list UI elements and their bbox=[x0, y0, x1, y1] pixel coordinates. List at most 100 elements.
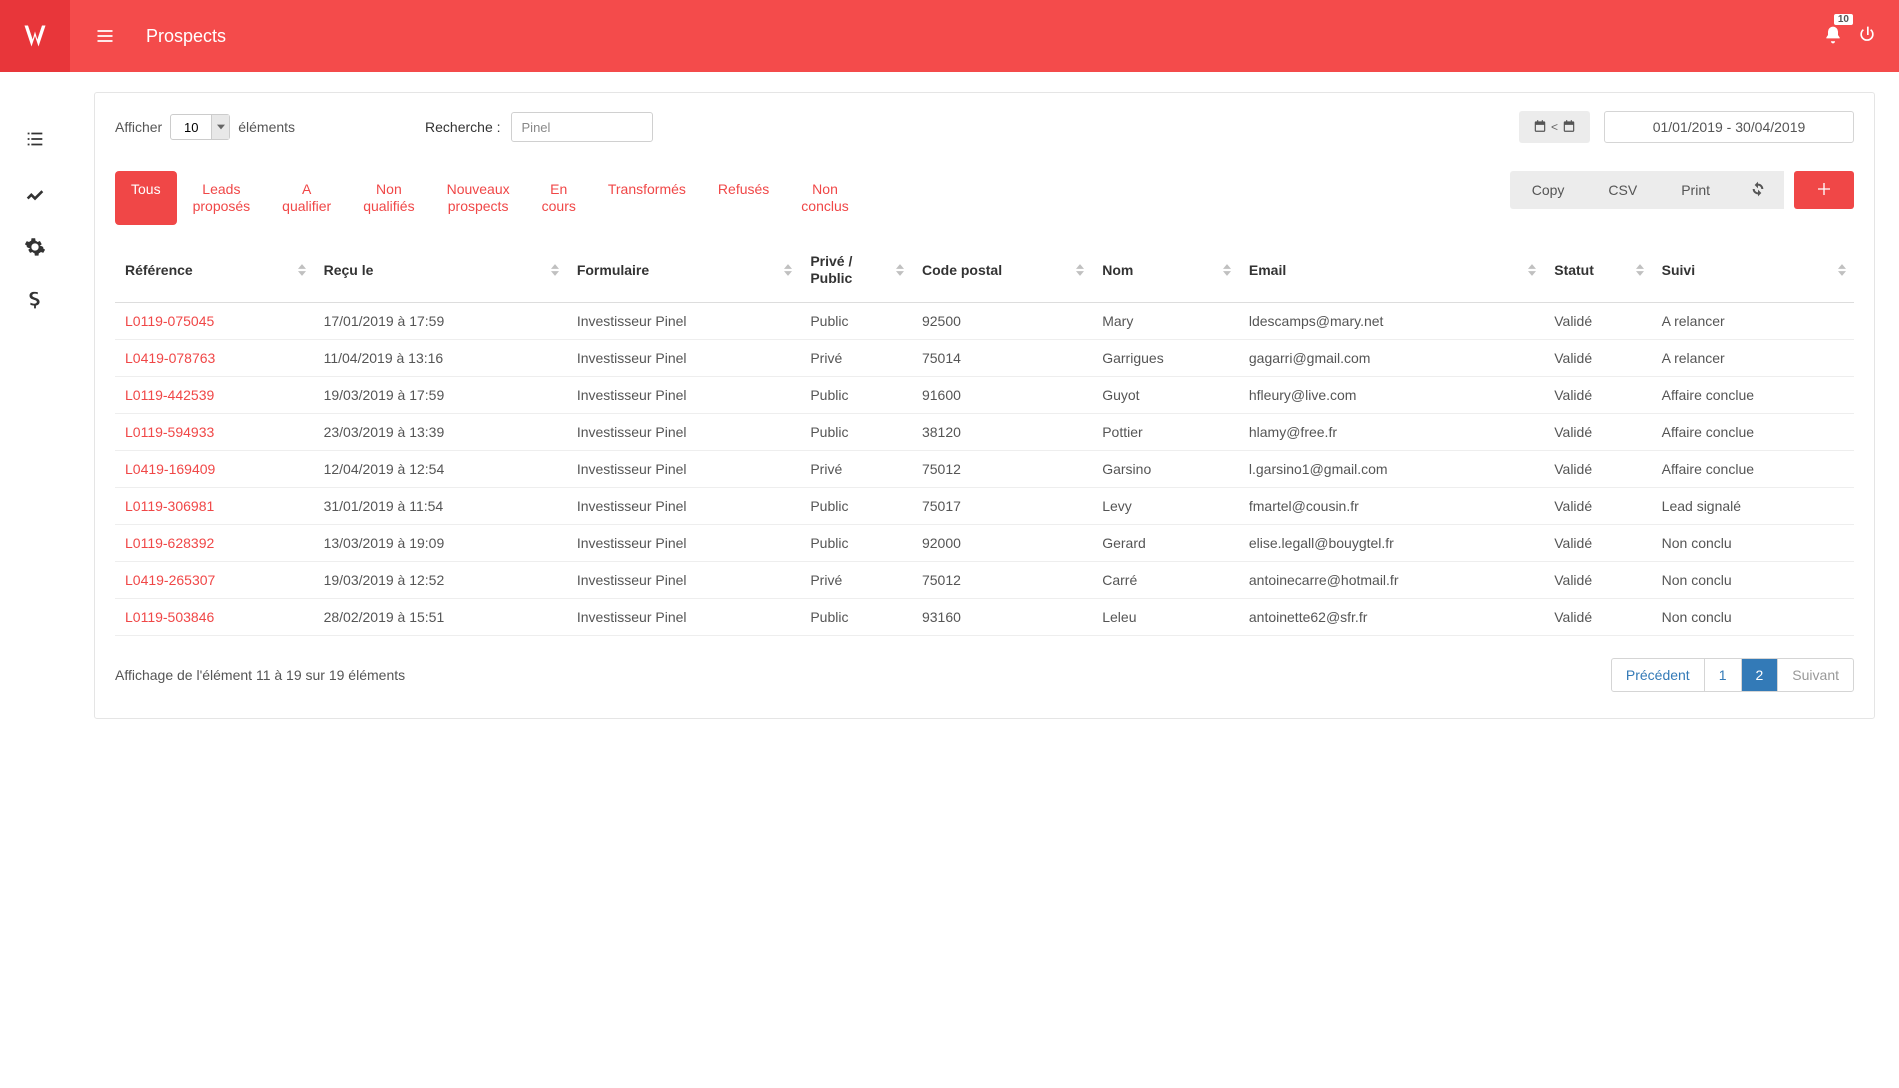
reference-link[interactable]: L0119-075045 bbox=[125, 313, 214, 329]
cell-suivi: A relancer bbox=[1652, 302, 1854, 339]
cell-recu: 19/03/2019 à 17:59 bbox=[314, 376, 567, 413]
date-nav-button[interactable]: < bbox=[1519, 111, 1590, 143]
table-row: L0119-50384628/02/2019 à 15:51Investisse… bbox=[115, 598, 1854, 635]
refresh-button[interactable] bbox=[1732, 171, 1784, 209]
cell-statut: Validé bbox=[1544, 376, 1651, 413]
cell-form: Investisseur Pinel bbox=[567, 561, 801, 598]
page-length-input[interactable] bbox=[171, 120, 211, 135]
logo[interactable] bbox=[0, 0, 70, 72]
pager-page[interactable]: 1 bbox=[1704, 659, 1741, 691]
cell-privacy: Public bbox=[800, 524, 912, 561]
cell-form: Investisseur Pinel bbox=[567, 450, 801, 487]
sidebar-item-analytics[interactable] bbox=[24, 182, 46, 204]
filter-tab[interactable]: Aqualifier bbox=[266, 171, 347, 225]
search-label: Recherche : bbox=[425, 119, 500, 135]
cell-nom: Pottier bbox=[1092, 413, 1239, 450]
logout-button[interactable] bbox=[1857, 25, 1877, 48]
column-header[interactable]: Code postal bbox=[912, 239, 1092, 303]
table-row: L0419-07876311/04/2019 à 13:16Investisse… bbox=[115, 339, 1854, 376]
cell-suivi: Non conclu bbox=[1652, 561, 1854, 598]
cell-privacy: Public bbox=[800, 598, 912, 635]
search-input[interactable] bbox=[511, 112, 653, 142]
column-header[interactable]: Reçu le bbox=[314, 239, 567, 303]
reference-link[interactable]: L0119-594933 bbox=[125, 424, 214, 440]
cell-privacy: Privé bbox=[800, 561, 912, 598]
sidebar-item-list[interactable] bbox=[24, 128, 46, 150]
table-row: L0419-265307 19/03/2019 à 12:52Investisse… bbox=[115, 561, 1854, 598]
notification-badge: 10 bbox=[1834, 14, 1853, 25]
prospects-table: RéférenceReçu leFormulairePrivé /PublicC… bbox=[115, 239, 1854, 636]
cell-suivi: Affaire conclue bbox=[1652, 413, 1854, 450]
cell-recu: 13/03/2019 à 19:09 bbox=[314, 524, 567, 561]
cell-recu: 11/04/2019 à 13:16 bbox=[314, 339, 567, 376]
pager-page[interactable]: 2 bbox=[1741, 659, 1778, 691]
cell-statut: Validé bbox=[1544, 524, 1651, 561]
column-header[interactable]: Email bbox=[1239, 239, 1544, 303]
reference-link[interactable]: L0119-628392 bbox=[125, 535, 214, 551]
column-header[interactable]: Suivi bbox=[1652, 239, 1854, 303]
print-button[interactable]: Print bbox=[1659, 171, 1732, 209]
cell-cp: 91600 bbox=[912, 376, 1092, 413]
chevron-down-icon bbox=[211, 115, 229, 139]
reference-link[interactable]: L0119-503846 bbox=[125, 609, 214, 625]
filter-tab[interactable]: Tous bbox=[115, 171, 177, 225]
filter-tab[interactable]: Leadsproposés bbox=[177, 171, 267, 225]
filter-tab[interactable]: Nonconclus bbox=[785, 171, 864, 225]
column-header[interactable]: Référence bbox=[115, 239, 314, 303]
csv-button[interactable]: CSV bbox=[1586, 171, 1659, 209]
cell-nom: Carré bbox=[1092, 561, 1239, 598]
filter-tab[interactable]: Nouveauxprospects bbox=[431, 171, 526, 225]
page-length-select[interactable] bbox=[170, 114, 230, 140]
add-button[interactable] bbox=[1794, 171, 1854, 209]
table-info: Affichage de l'élément 11 à 19 sur 19 él… bbox=[115, 667, 405, 683]
cell-privacy: Privé bbox=[800, 450, 912, 487]
pager-prev[interactable]: Précédent bbox=[1612, 659, 1704, 691]
cell-statut: Validé bbox=[1544, 598, 1651, 635]
cell-suivi: Affaire conclue bbox=[1652, 376, 1854, 413]
copy-button[interactable]: Copy bbox=[1510, 171, 1587, 209]
menu-toggle[interactable] bbox=[70, 0, 140, 72]
reference-link[interactable]: L0419-169409 bbox=[125, 461, 215, 477]
cell-recu: 28/02/2019 à 15:51 bbox=[314, 598, 567, 635]
page-title: Prospects bbox=[146, 26, 226, 47]
notifications-button[interactable]: 10 bbox=[1823, 25, 1843, 48]
sidebar-item-settings[interactable] bbox=[24, 236, 46, 258]
cell-form: Investisseur Pinel bbox=[567, 302, 801, 339]
column-header[interactable]: Nom bbox=[1092, 239, 1239, 303]
column-header[interactable]: Privé /Public bbox=[800, 239, 912, 303]
filter-tab[interactable]: Nonqualifiés bbox=[347, 171, 430, 225]
cell-privacy: Public bbox=[800, 302, 912, 339]
table-row: L0119-62839213/03/2019 à 19:09Investisse… bbox=[115, 524, 1854, 561]
cell-privacy: Privé bbox=[800, 339, 912, 376]
cell-recu: 17/01/2019 à 17:59 bbox=[314, 302, 567, 339]
cell-cp: 92500 bbox=[912, 302, 1092, 339]
table-row: L0119-075045 17/01/2019 à 17:59Investisse… bbox=[115, 302, 1854, 339]
reference-link[interactable]: L0419-265307 bbox=[125, 572, 215, 588]
calendar-icon bbox=[1562, 119, 1576, 136]
calendar-icon bbox=[1533, 119, 1547, 136]
column-header[interactable]: Statut bbox=[1544, 239, 1651, 303]
reference-link[interactable]: L0119-442539 bbox=[125, 387, 214, 403]
date-range-input[interactable] bbox=[1604, 111, 1854, 143]
filter-tab[interactable]: Refusés bbox=[702, 171, 785, 225]
reference-link[interactable]: L0119-306981 bbox=[125, 498, 214, 514]
cell-suivi: Lead signalé bbox=[1652, 487, 1854, 524]
pager-next[interactable]: Suivant bbox=[1777, 659, 1853, 691]
topbar: Prospects 10 bbox=[0, 0, 1899, 72]
reference-link[interactable]: L0419-078763 bbox=[125, 350, 215, 366]
filter-tab[interactable]: Transformés bbox=[592, 171, 702, 225]
column-header[interactable]: Formulaire bbox=[567, 239, 801, 303]
cell-recu: 19/03/2019 à 12:52 bbox=[314, 561, 567, 598]
cell-nom: Leleu bbox=[1092, 598, 1239, 635]
cell-email: fmartel@cousin.fr bbox=[1239, 487, 1544, 524]
filter-tab[interactable]: Encours bbox=[526, 171, 592, 225]
sidebar-item-billing[interactable] bbox=[24, 290, 46, 312]
cell-form: Investisseur Pinel bbox=[567, 487, 801, 524]
cell-suivi: Non conclu bbox=[1652, 598, 1854, 635]
cell-nom: Garrigues bbox=[1092, 339, 1239, 376]
cell-email: antoinette62@sfr.fr bbox=[1239, 598, 1544, 635]
cell-cp: 75012 bbox=[912, 561, 1092, 598]
cell-privacy: Public bbox=[800, 487, 912, 524]
cell-statut: Validé bbox=[1544, 302, 1651, 339]
refresh-icon bbox=[1750, 181, 1766, 200]
